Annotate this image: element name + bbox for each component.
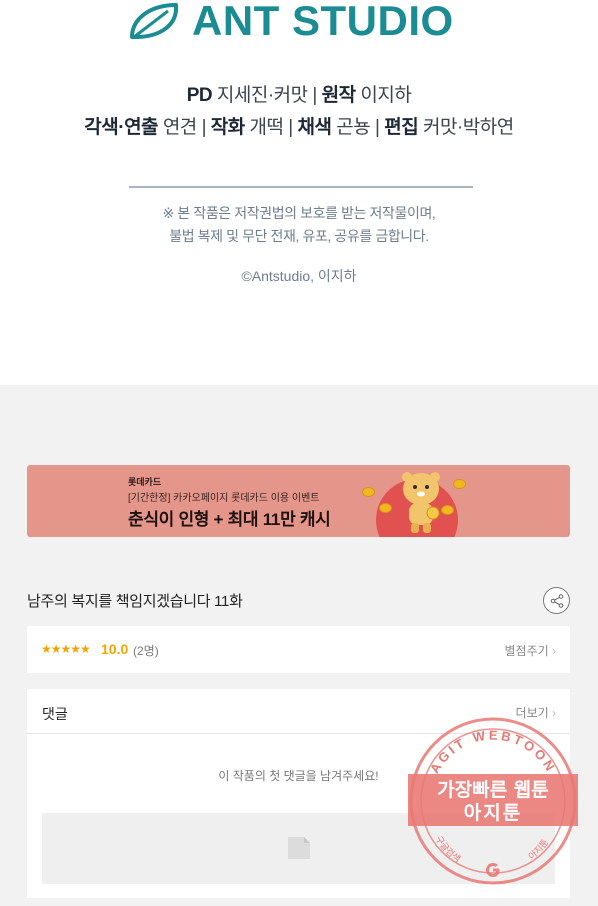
copyright-notice-line-2: 불법 복제 및 무단 전재, 유포, 공유를 금합니다. [169,228,429,244]
credit-line-2: 각색·연출 연견 | 작화 개떡 | 채색 곤뇽 | 편집 커맛·박하연 [0,112,598,139]
more-label: 더보기 [515,706,549,720]
copyright-text: ©Antstudio, 이지하 [241,268,357,284]
copyright-notice-line-1: ※ 본 작품은 저작권법의 보호를 받는 저작물이며, [162,205,436,221]
credit-role: PD [186,85,213,106]
leaf-logo-icon [130,3,178,39]
credit-role: 편집 [384,117,419,138]
credits-section: ANT STUDIO PD 지세진·커맛 | 원작 이지하 각색·연출 연견 |… [0,0,598,385]
credit-line-1: PD 지세진·커맛 | 원작 이지하 [0,80,598,107]
empty-comments-text: 이 작품의 첫 댓글을 남겨주세요! [218,769,379,783]
credit-role: 각색·연출 [84,117,159,138]
credit-separator: | [375,117,380,138]
credit-role: 채색 [297,117,332,138]
chevron-right-icon: › [552,706,556,720]
credit-names: 곤뇽 [336,117,371,138]
credit-role: 원작 [321,85,356,106]
comments-header: 댓글 더보기 › [27,689,570,734]
rate-label: 별점주기 [504,644,549,658]
credit-separator: | [312,85,317,106]
coin-icon [362,487,375,497]
coin-icon [379,503,392,513]
banner-title: 춘식이 인형 + 최대 11만 캐시 [128,510,331,529]
credit-names: 연견 [162,117,197,138]
divider [129,186,473,188]
brand-name: ANT STUDIO [192,0,454,44]
ant-studio-logo: ANT STUDIO [128,0,454,42]
comments-more-button[interactable]: 더보기 › [516,704,556,721]
star-rating-icon: ★★★★★ [41,642,91,656]
chevron-right-icon: › [552,644,556,658]
episode-title: 남주의 복지를 책임지겠습니다 11화 [27,593,243,610]
credit-role: 작화 [210,117,245,138]
banner-brand: 롯데카드 [128,477,162,487]
credit-names: 이지하 [360,85,412,106]
banner-subtitle: [기간한정] 카카오페이지 롯데카드 이용 이벤트 [128,493,320,504]
rating-votes: (2명) [133,644,159,658]
credit-names: 개떡 [249,117,284,138]
coin-icon [453,479,466,489]
promo-banner[interactable]: 롯데카드 [기간한정] 카카오페이지 롯데카드 이용 이벤트 춘식이 인형 + … [27,465,570,537]
image-placeholder-icon [288,837,310,859]
credit-separator: | [201,117,207,138]
credit-names: 커맛·박하연 [422,117,514,138]
bear-character-icon [402,472,440,533]
rating-score: 10.0 [101,641,129,657]
credit-names: 지세진·커맛 [216,85,308,106]
comments-label: 댓글 [42,706,68,722]
rate-button[interactable]: 별점주기 › [504,642,556,659]
comment-input[interactable] [42,813,555,884]
rating-box: ★★★★★ 10.0 (2명) 별점주기 › [27,626,570,673]
comments-section: 댓글 더보기 › 이 작품의 첫 댓글을 남겨주세요! [27,689,570,898]
share-button[interactable] [543,587,570,614]
coin-icon [441,505,454,515]
share-icon [550,593,563,608]
credit-separator: | [288,117,293,138]
